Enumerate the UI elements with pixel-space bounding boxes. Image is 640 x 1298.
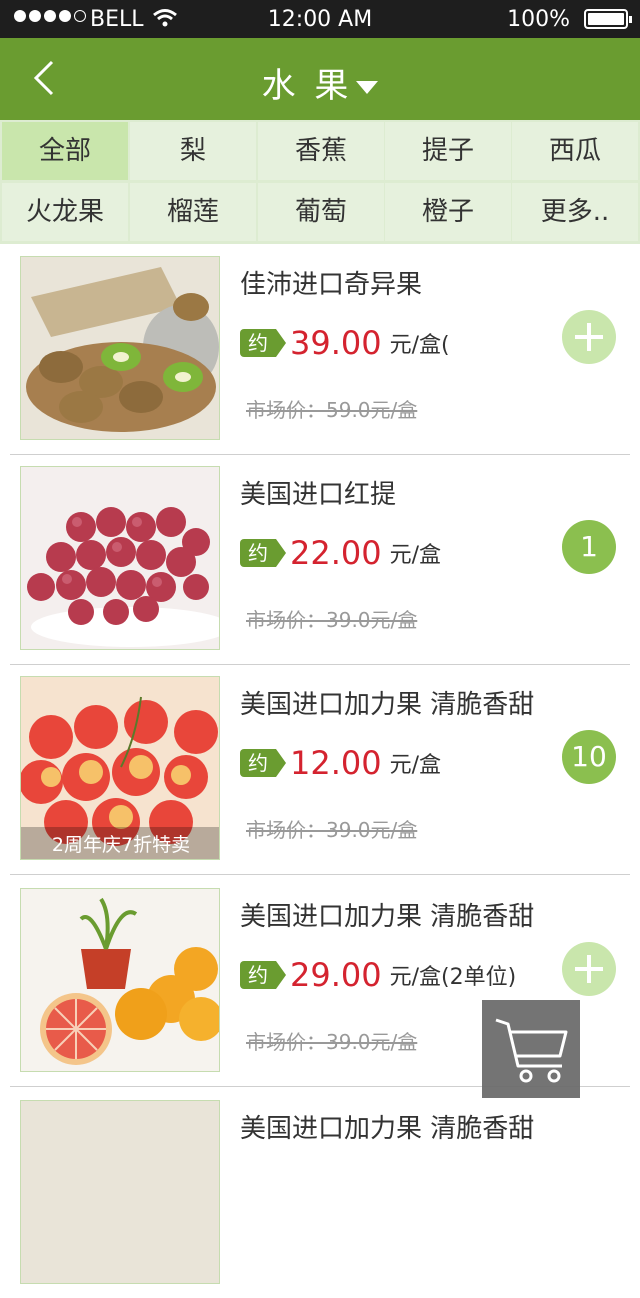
price-unit: 元/盒(: [389, 333, 450, 358]
product-price: 22.00: [290, 534, 382, 572]
product-image-oranges: [20, 888, 220, 1072]
category-tab[interactable]: 提子: [385, 122, 511, 180]
product-name: 美国进口加力果 清脆香甜: [240, 902, 535, 932]
cart-quantity-badge[interactable]: 10: [562, 730, 616, 784]
category-tab[interactable]: 西瓜: [512, 122, 638, 180]
battery-percent: 100%: [507, 7, 570, 32]
cart-quantity-badge[interactable]: 1: [562, 520, 616, 574]
category-tab[interactable]: 火龙果: [2, 183, 128, 241]
product-item[interactable]: 美国进口加力果 清脆香甜: [10, 1088, 630, 1298]
category-tab[interactable]: 橙子: [385, 183, 511, 241]
plus-icon: [575, 955, 603, 983]
add-to-cart-button[interactable]: [562, 310, 616, 364]
caret-down-icon: [356, 81, 379, 94]
price-unit: 元/盒(2单位): [389, 965, 517, 990]
category-tab[interactable]: 全部: [2, 122, 128, 180]
add-to-cart-button[interactable]: [562, 942, 616, 996]
shopping-cart-icon: [495, 1018, 568, 1083]
market-price: 市场价：59.0元/盒: [246, 398, 418, 422]
price-row: 约 29.00 元/盒(2单位): [240, 956, 516, 994]
price-row: 约 22.00 元/盒: [240, 534, 441, 572]
product-name: 美国进口加力果 清脆香甜: [240, 1114, 535, 1144]
category-tab[interactable]: 葡萄: [258, 183, 384, 241]
product-image-kiwi: [20, 256, 220, 440]
product-image-cherries: 2周年庆7折特卖: [20, 676, 220, 860]
approx-tag: 约: [240, 329, 286, 357]
product-name: 佳沛进口奇异果: [240, 270, 423, 300]
promo-label: 2周年庆7折特卖: [51, 834, 191, 856]
product-image-grapes: [20, 466, 220, 650]
product-price: 39.00: [290, 324, 382, 362]
category-tab[interactable]: 更多..: [512, 183, 638, 241]
approx-tag: 约: [240, 539, 286, 567]
price-unit: 元/盒: [389, 753, 442, 778]
product-name: 美国进口加力果 清脆香甜: [240, 690, 535, 720]
market-price: 市场价：39.0元/盒: [246, 1030, 418, 1054]
price-unit: 元/盒: [389, 543, 442, 568]
market-price: 市场价：39.0元/盒: [246, 608, 418, 632]
approx-tag: 约: [240, 749, 286, 777]
category-tab[interactable]: 梨: [130, 122, 256, 180]
status-bar: BELL 12:00 AM 100%: [0, 0, 640, 38]
category-tab[interactable]: 榴莲: [130, 183, 256, 241]
product-image-partial: [20, 1100, 220, 1284]
category-grid: 全部 梨 香蕉 提子 西瓜 火龙果 榴莲 葡萄 橙子 更多..: [0, 120, 640, 244]
approx-tag: 约: [240, 961, 286, 989]
nav-bar: 水 果: [0, 38, 640, 120]
category-title-dropdown[interactable]: 水 果: [0, 58, 640, 107]
category-tab[interactable]: 香蕉: [258, 122, 384, 180]
plus-icon: [575, 323, 603, 351]
product-item[interactable]: 2周年庆7折特卖 美国进口加力果 清脆香甜 约 12.00 元/盒 市场价：39…: [10, 664, 630, 875]
product-item[interactable]: 佳沛进口奇异果 约 39.00 元/盒( 市场价：59.0元/盒: [10, 244, 630, 455]
page-title: 水 果: [261, 66, 353, 106]
product-item[interactable]: 美国进口红提 约 22.00 元/盒 市场价：39.0元/盒 1: [10, 454, 630, 665]
cart-button[interactable]: [482, 1000, 580, 1098]
product-price: 12.00: [290, 744, 382, 782]
product-name: 美国进口红提: [240, 480, 397, 510]
product-price: 29.00: [290, 956, 382, 994]
price-row: 约 39.00 元/盒(: [240, 324, 450, 362]
battery-icon: [584, 9, 632, 29]
price-row: 约 12.00 元/盒: [240, 744, 441, 782]
market-price: 市场价：39.0元/盒: [246, 818, 418, 842]
